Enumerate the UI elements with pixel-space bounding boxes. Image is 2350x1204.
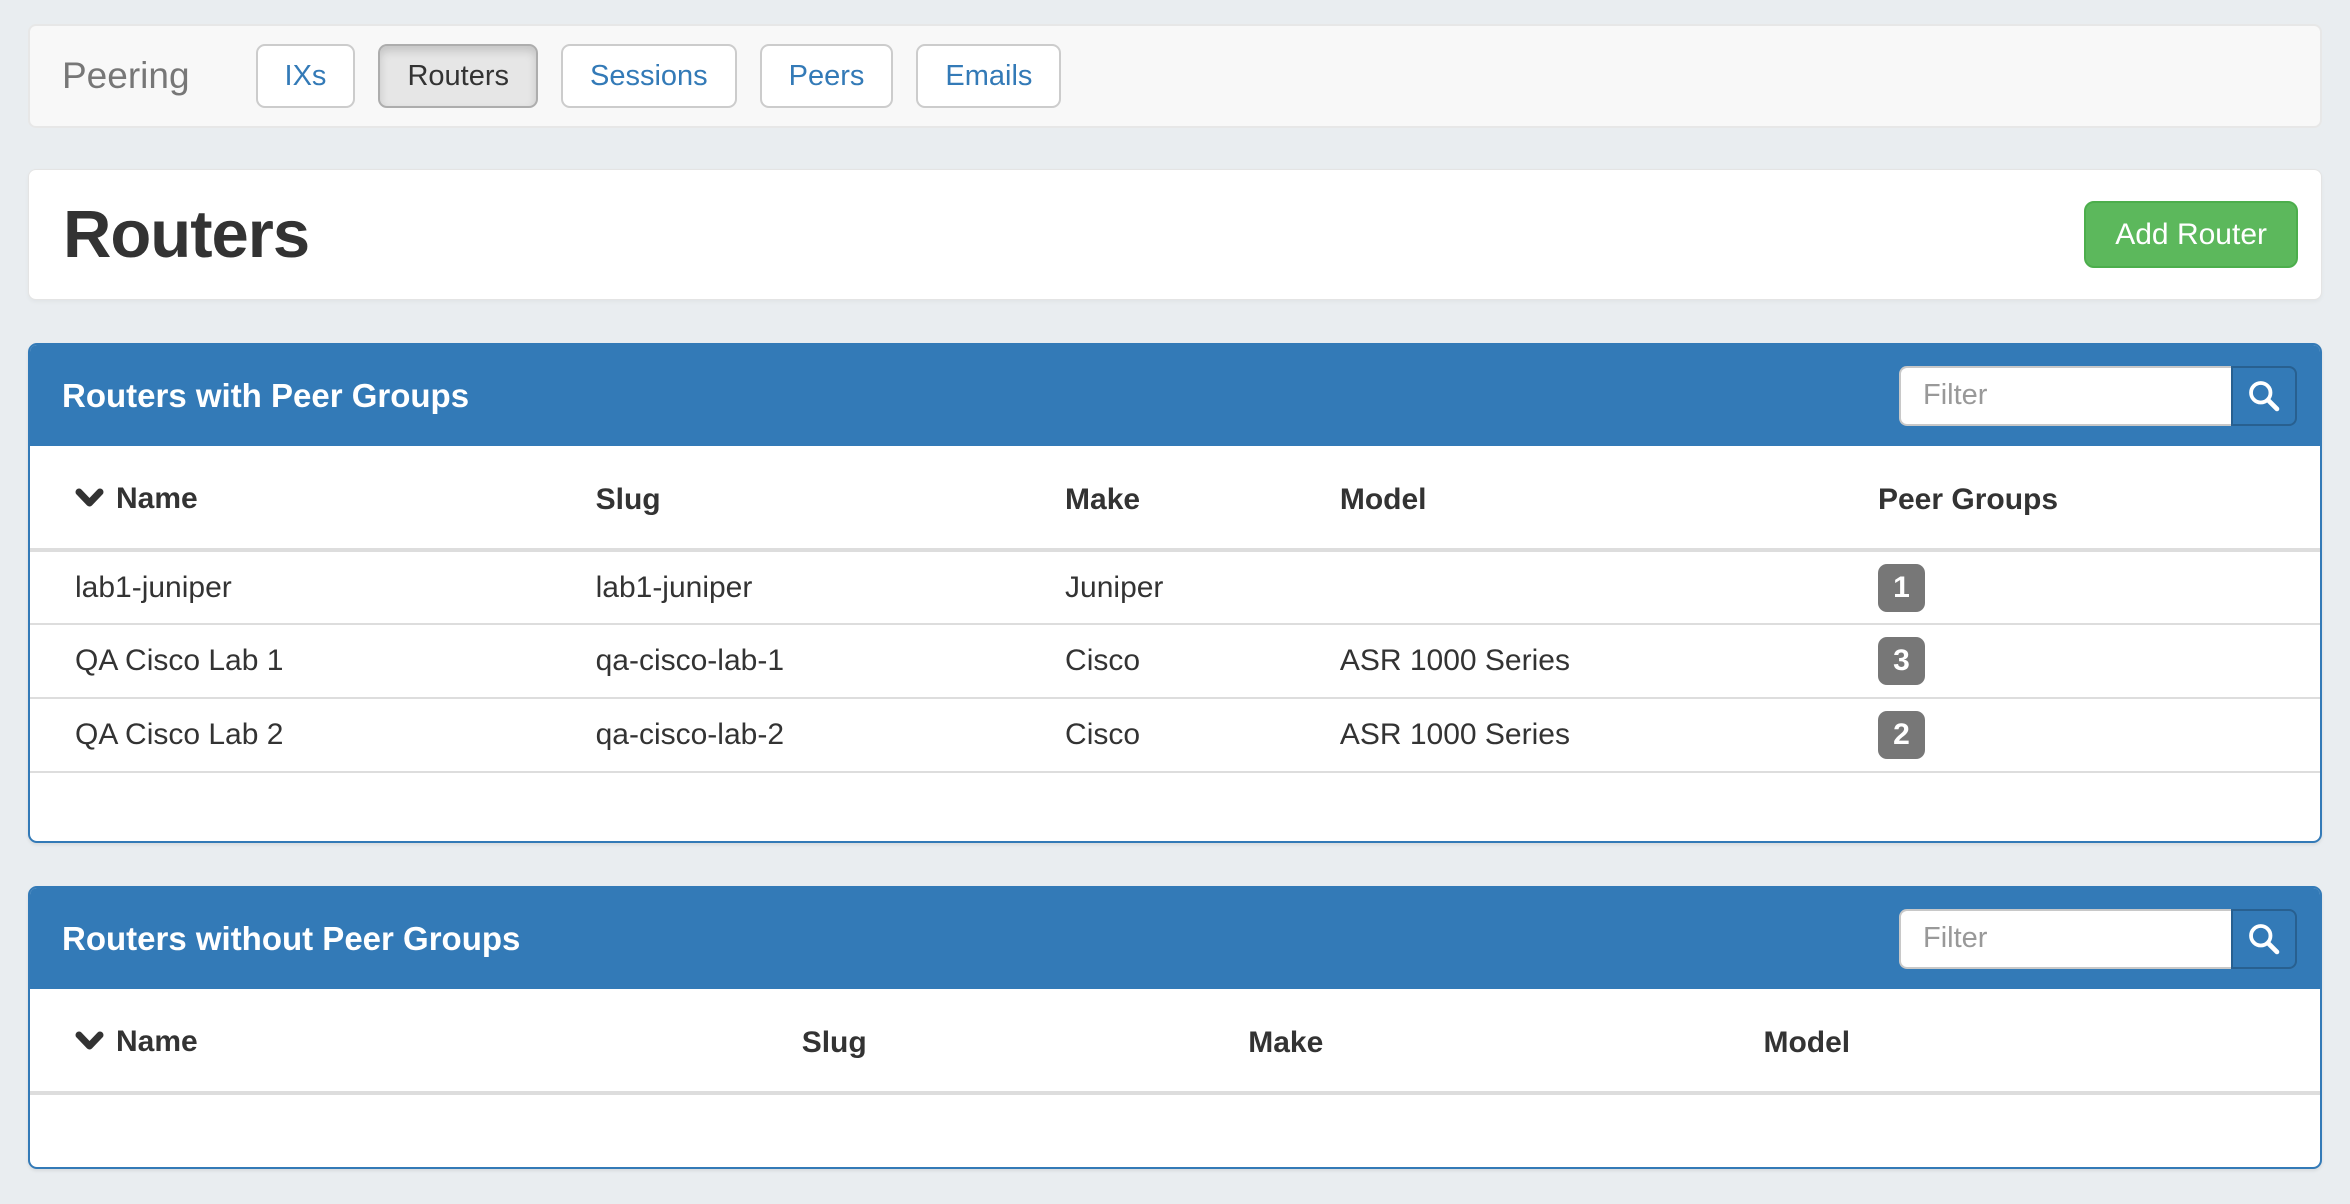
search-button[interactable] [2231,909,2297,969]
column-header-make[interactable]: Make [1049,446,1324,550]
chevron-down-icon [75,1027,104,1061]
table-row: lab1-juniper lab1-juniper Juniper 1 [30,550,2320,624]
nav-button-emails[interactable]: Emails [916,44,1061,108]
panel-title: Routers without Peer Groups [62,920,520,958]
nav-button-peers[interactable]: Peers [760,44,894,108]
column-header-model[interactable]: Model [1324,446,1862,550]
panel-routers-with-peer-groups: Routers with Peer Groups [28,343,2322,843]
peer-groups-badge: 1 [1878,564,1925,612]
router-name: QA Cisco Lab 1 [30,624,580,698]
nav-button-ixs[interactable]: IXs [256,44,356,108]
router-name: lab1-juniper [30,550,580,624]
add-router-button[interactable]: Add Router [2084,201,2298,268]
router-slug: qa-cisco-lab-2 [580,698,1049,772]
peer-groups-badge: 3 [1878,637,1925,685]
table-header-row: Name Slug Make Model [30,989,2320,1093]
router-model: ASR 1000 Series [1324,698,1862,772]
nav-button-sessions[interactable]: Sessions [561,44,737,108]
column-header-make[interactable]: Make [1232,989,1747,1093]
panel-title: Routers with Peer Groups [62,377,469,415]
filter-group [1899,366,2297,426]
filter-input[interactable] [1899,366,2231,426]
column-header-name[interactable]: Name [30,446,580,550]
router-make: Juniper [1049,550,1324,624]
routers-without-peer-groups-table: Name Slug Make Model [30,989,2320,1095]
page-title: Routers [63,196,309,273]
column-header-name[interactable]: Name [30,989,786,1093]
column-header-model[interactable]: Model [1747,989,2320,1093]
router-model [1324,550,1862,624]
filter-input[interactable] [1899,909,2231,969]
search-icon [2246,378,2282,414]
router-slug: lab1-juniper [580,550,1049,624]
router-name: QA Cisco Lab 2 [30,698,580,772]
chevron-down-icon [75,484,104,518]
column-header-peer-groups[interactable]: Peer Groups [1862,446,2320,550]
table-row: QA Cisco Lab 2 qa-cisco-lab-2 Cisco ASR … [30,698,2320,772]
column-header-slug[interactable]: Slug [580,446,1049,550]
table-row: QA Cisco Lab 1 qa-cisco-lab-1 Cisco ASR … [30,624,2320,698]
panel-heading: Routers without Peer Groups [30,888,2320,989]
router-model: ASR 1000 Series [1324,624,1862,698]
nav-button-routers[interactable]: Routers [378,44,538,108]
search-icon [2246,921,2282,957]
router-slug: qa-cisco-lab-1 [580,624,1049,698]
table-header-row: Name Slug Make Model Peer Groups [30,446,2320,550]
router-make: Cisco [1049,624,1324,698]
column-header-slug[interactable]: Slug [786,989,1233,1093]
search-button[interactable] [2231,366,2297,426]
brand-peering: Peering [30,55,256,97]
page-header: Routers Add Router [28,169,2322,300]
top-navbar: Peering IXs Routers Sessions Peers Email… [28,24,2322,128]
filter-group [1899,909,2297,969]
panel-routers-without-peer-groups: Routers without Peer Groups [28,886,2322,1169]
panel-body-spacer [30,773,2320,841]
page-container: Peering IXs Routers Sessions Peers Email… [28,0,2322,1169]
panel-body-spacer [30,1095,2320,1167]
routers-with-peer-groups-table: Name Slug Make Model Peer Groups lab1-ju… [30,446,2320,773]
router-make: Cisco [1049,698,1324,772]
peer-groups-badge: 2 [1878,711,1925,759]
panel-heading: Routers with Peer Groups [30,345,2320,446]
